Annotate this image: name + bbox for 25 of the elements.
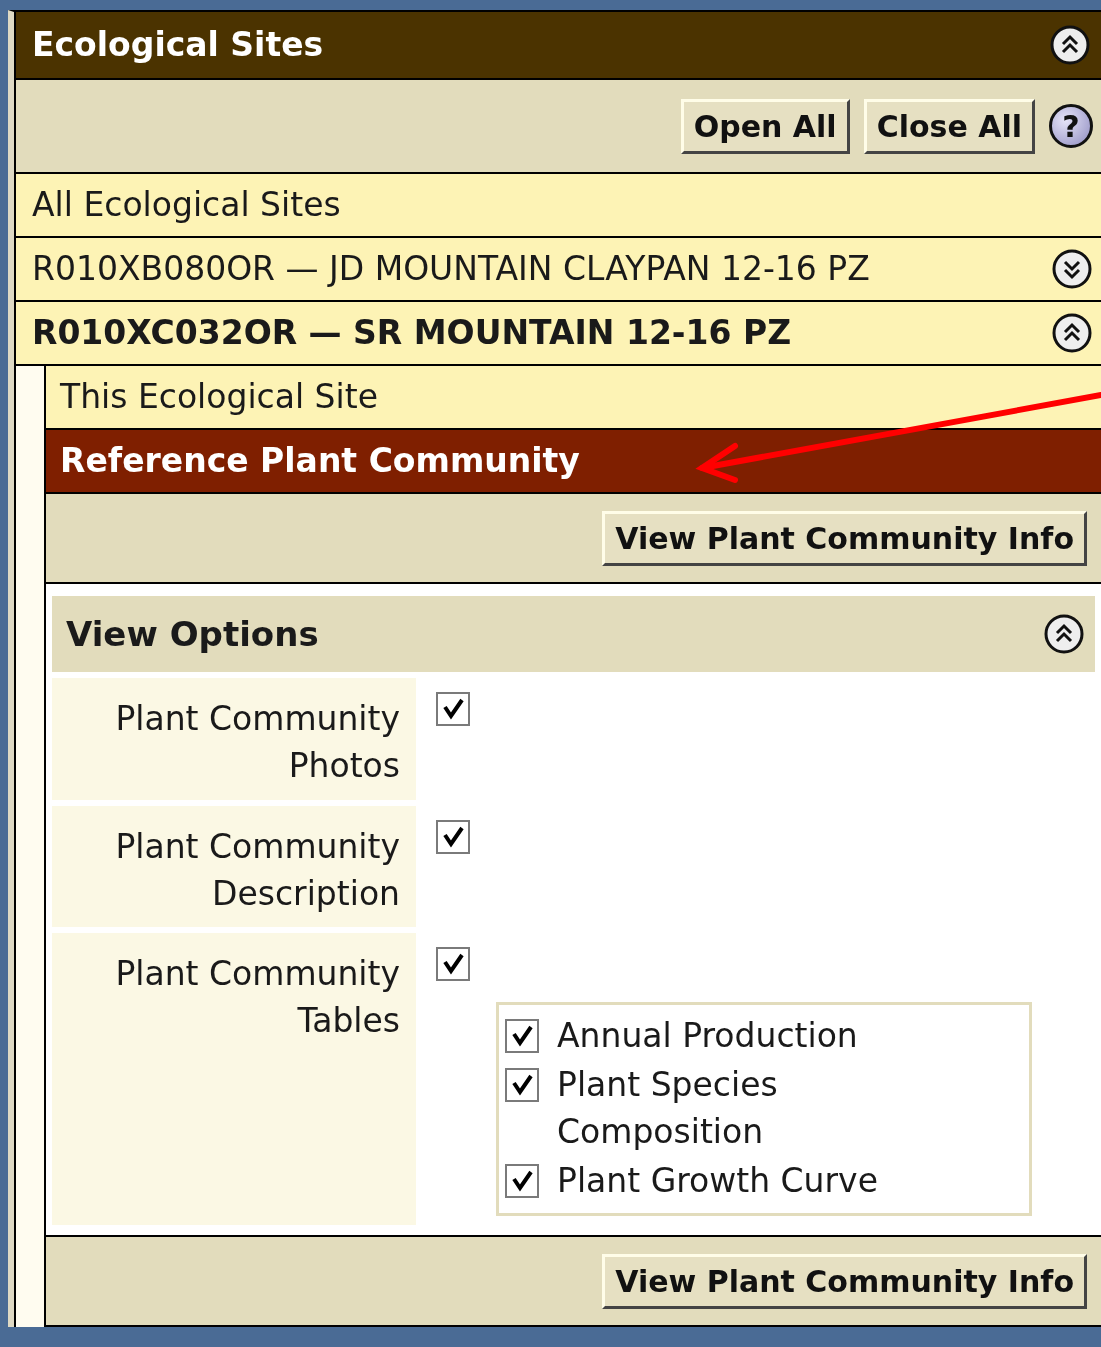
- option-label: Plant Community Tables: [52, 933, 416, 1226]
- checkbox[interactable]: [436, 692, 470, 726]
- expand-icon[interactable]: [1051, 248, 1093, 290]
- checkbox[interactable]: [436, 947, 470, 982]
- collapse-icon[interactable]: [1051, 312, 1093, 354]
- option-label: Plant Community Photos: [52, 678, 416, 800]
- view-info-button[interactable]: View Plant Community Info: [602, 510, 1087, 566]
- collapse-icon[interactable]: [1049, 24, 1091, 66]
- option-label: Plant Community Description: [52, 805, 416, 928]
- checkbox[interactable]: [436, 819, 470, 854]
- collapse-icon[interactable]: [1043, 613, 1085, 655]
- section-title: View Options: [66, 612, 319, 656]
- view-info-button[interactable]: View Plant Community Info: [602, 1253, 1087, 1309]
- open-all-button[interactable]: Open All: [680, 98, 850, 154]
- close-all-button[interactable]: Close All: [863, 98, 1035, 154]
- detail-tab[interactable]: This Ecological Site: [46, 366, 1101, 430]
- option-label: Plant Growth Curve: [557, 1160, 878, 1202]
- panel-title: Ecological Sites: [32, 24, 324, 67]
- checkbox[interactable]: [505, 1019, 539, 1054]
- help-button[interactable]: ?: [1049, 104, 1093, 148]
- detail-tab[interactable]: Reference Plant Community: [46, 430, 1101, 494]
- option-label: Annual Production: [557, 1015, 858, 1058]
- option-label: Plant Species Composition: [557, 1064, 779, 1154]
- checkbox[interactable]: [505, 1164, 539, 1198]
- checkbox[interactable]: [505, 1068, 539, 1103]
